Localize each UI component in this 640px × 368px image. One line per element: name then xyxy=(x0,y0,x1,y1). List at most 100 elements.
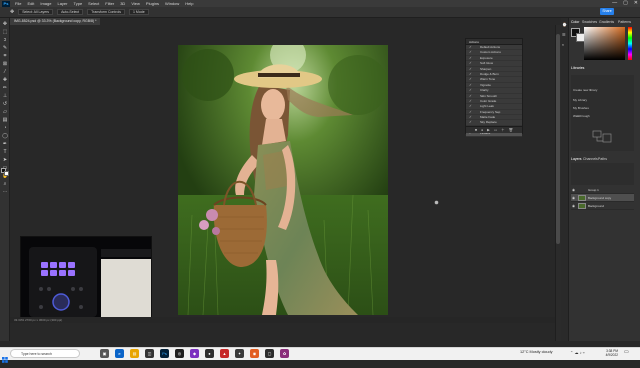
frame-tool-icon[interactable]: ⊠ xyxy=(2,62,8,67)
delete-icon[interactable]: 🗑 xyxy=(509,128,513,132)
tab-color[interactable]: Color xyxy=(571,20,579,24)
obs-icon[interactable]: ◎ xyxy=(175,349,184,358)
maximize-button[interactable]: ▢ xyxy=(623,0,628,7)
notification-icon[interactable]: ▭ xyxy=(624,349,629,355)
app-icon[interactable]: ● xyxy=(205,349,214,358)
menu-window[interactable]: Window xyxy=(165,1,179,6)
eyedropper-tool-icon[interactable]: ⁄ xyxy=(2,70,8,75)
photoshop-taskbar-icon[interactable]: Ps xyxy=(160,349,169,358)
menu-image[interactable]: Image xyxy=(40,1,51,6)
path-select-tool-icon[interactable]: ➤ xyxy=(2,158,8,163)
eraser-tool-icon[interactable]: ▱ xyxy=(2,110,8,115)
quick-select-tool-icon[interactable]: ✎ xyxy=(2,46,8,51)
action-label: Matte Fade xyxy=(480,115,496,120)
more-tools-icon[interactable]: ⋯ xyxy=(2,190,8,195)
menu-view[interactable]: View xyxy=(131,1,140,6)
new-set-icon[interactable]: ▭ xyxy=(494,128,497,132)
taskbar-search-input[interactable]: Type here to search xyxy=(10,349,80,358)
move-tool-icon[interactable]: ✥ xyxy=(10,9,14,15)
layer-row[interactable]: ◉ Group 1 xyxy=(571,186,634,194)
layer-row[interactable]: ◉ Background copy xyxy=(571,194,634,202)
canvas-scroll-thumb[interactable] xyxy=(556,34,560,244)
background-color-swatch[interactable] xyxy=(4,171,9,176)
menu-file[interactable]: File xyxy=(15,1,21,6)
menu-help[interactable]: Help xyxy=(185,1,193,6)
library-item[interactable]: My Library xyxy=(573,98,587,102)
minimize-button[interactable]: — xyxy=(612,0,617,7)
libraries-illustration-icon xyxy=(591,128,613,144)
document-image[interactable] xyxy=(178,45,388,315)
store-icon[interactable]: ◫ xyxy=(145,349,154,358)
tab-swatches[interactable]: Swatches xyxy=(582,20,597,24)
color-picker-field[interactable] xyxy=(584,27,625,60)
system-tray-icons[interactable]: ⌃ ☁ ♪ ⌁ xyxy=(570,350,585,355)
history-icon[interactable]: ⌚ xyxy=(562,22,567,27)
webcam-overlay xyxy=(20,236,152,322)
layer-name: Background xyxy=(588,204,605,208)
visibility-eye-icon[interactable]: ◉ xyxy=(572,202,575,210)
zoom-tool-icon[interactable]: ⌕ xyxy=(2,182,8,187)
crop-tool-icon[interactable]: ⌗ xyxy=(2,54,8,59)
app-icon[interactable]: ▲ xyxy=(220,349,229,358)
lasso-tool-icon[interactable]: ↄ xyxy=(2,38,8,43)
menu-edit[interactable]: Edit xyxy=(27,1,34,6)
move-tool-icon[interactable]: ✥ xyxy=(2,22,8,27)
tab-gradients[interactable]: Gradients xyxy=(599,20,614,24)
menu-3d[interactable]: 3D xyxy=(120,1,125,6)
menu-layer[interactable]: Layer xyxy=(57,1,67,6)
task-view-icon[interactable]: ▣ xyxy=(100,349,109,358)
gradient-tool-icon[interactable]: ▤ xyxy=(2,118,8,123)
file-explorer-icon[interactable]: ▤ xyxy=(130,349,139,358)
library-item[interactable]: Walkthrough xyxy=(573,114,590,118)
healing-brush-tool-icon[interactable]: ✚ xyxy=(2,78,8,83)
taskbar-weather[interactable]: 12°C Mostly cloudy xyxy=(520,350,553,354)
pen-tool-icon[interactable]: ✒ xyxy=(2,142,8,147)
marquee-tool-icon[interactable]: ⬚ xyxy=(2,30,8,35)
app-icon[interactable]: ✿ xyxy=(280,349,289,358)
app-icon[interactable]: ✦ xyxy=(235,349,244,358)
edge-icon[interactable]: e xyxy=(115,349,124,358)
properties-icon[interactable]: ☰ xyxy=(562,32,566,37)
tab-patterns[interactable]: Patterns xyxy=(618,20,631,24)
windows-start-icon[interactable] xyxy=(2,350,8,363)
visibility-eye-icon[interactable]: ◉ xyxy=(572,194,575,202)
blur-tool-icon[interactable]: ◔ xyxy=(2,126,8,131)
layers-filter-controls[interactable] xyxy=(571,163,634,185)
record-icon[interactable]: ● xyxy=(481,128,483,132)
brush-tool-icon[interactable]: ✏ xyxy=(2,86,8,91)
layer-row[interactable]: ◉ Background xyxy=(571,202,634,210)
share-button[interactable]: Share xyxy=(600,8,614,15)
auto-select-dropdown[interactable]: Select: All Layers xyxy=(18,9,54,15)
tab-paths[interactable]: Paths xyxy=(598,157,607,161)
transform-controls-checkbox[interactable]: Transform Controls xyxy=(87,9,125,15)
menu-filter[interactable]: Filter xyxy=(105,1,114,6)
tab-channels[interactable]: Channels xyxy=(583,157,598,161)
actions-panel-footer: ■ ● ▶ ▭ ＋ 🗑 xyxy=(466,126,522,133)
app-icon[interactable]: ▢ xyxy=(265,349,274,358)
menu-type[interactable]: Type xyxy=(74,1,83,6)
tab-layers[interactable]: Layers xyxy=(571,157,582,161)
stop-icon[interactable]: ■ xyxy=(475,128,477,132)
library-create-new[interactable]: Create new library xyxy=(573,88,597,92)
history-brush-tool-icon[interactable]: ↺ xyxy=(2,102,8,107)
close-button[interactable]: ✕ xyxy=(634,0,638,7)
adjustments-icon[interactable]: ◐ xyxy=(562,42,564,47)
menu-select[interactable]: Select xyxy=(88,1,99,6)
auto-select-checkbox[interactable]: Auto-Select xyxy=(57,9,84,15)
app-icon[interactable]: ◉ xyxy=(250,349,259,358)
libraries-title[interactable]: Libraries xyxy=(571,66,584,70)
document-tab[interactable]: IMG-8524.psd @ 33.3% (Background copy, R… xyxy=(10,18,101,25)
hue-slider[interactable] xyxy=(628,27,632,60)
play-icon[interactable]: ▶ xyxy=(487,128,490,132)
library-item[interactable]: My Brushes xyxy=(573,106,589,110)
taskbar-clock[interactable]: 3:38 PM 4/9/2022 xyxy=(594,349,618,357)
app-icon[interactable]: ◆ xyxy=(190,349,199,358)
mode-3d-field[interactable]: 1 Mode xyxy=(128,9,149,15)
new-action-icon[interactable]: ＋ xyxy=(501,128,505,133)
dodge-tool-icon[interactable]: ◯ xyxy=(2,134,8,139)
cursor-icon xyxy=(434,192,439,205)
clone-stamp-tool-icon[interactable]: ⊥ xyxy=(2,94,8,99)
menu-plugins[interactable]: Plugins xyxy=(146,1,159,6)
type-tool-icon[interactable]: T xyxy=(2,150,8,155)
visibility-eye-icon[interactable]: ◉ xyxy=(572,186,575,194)
